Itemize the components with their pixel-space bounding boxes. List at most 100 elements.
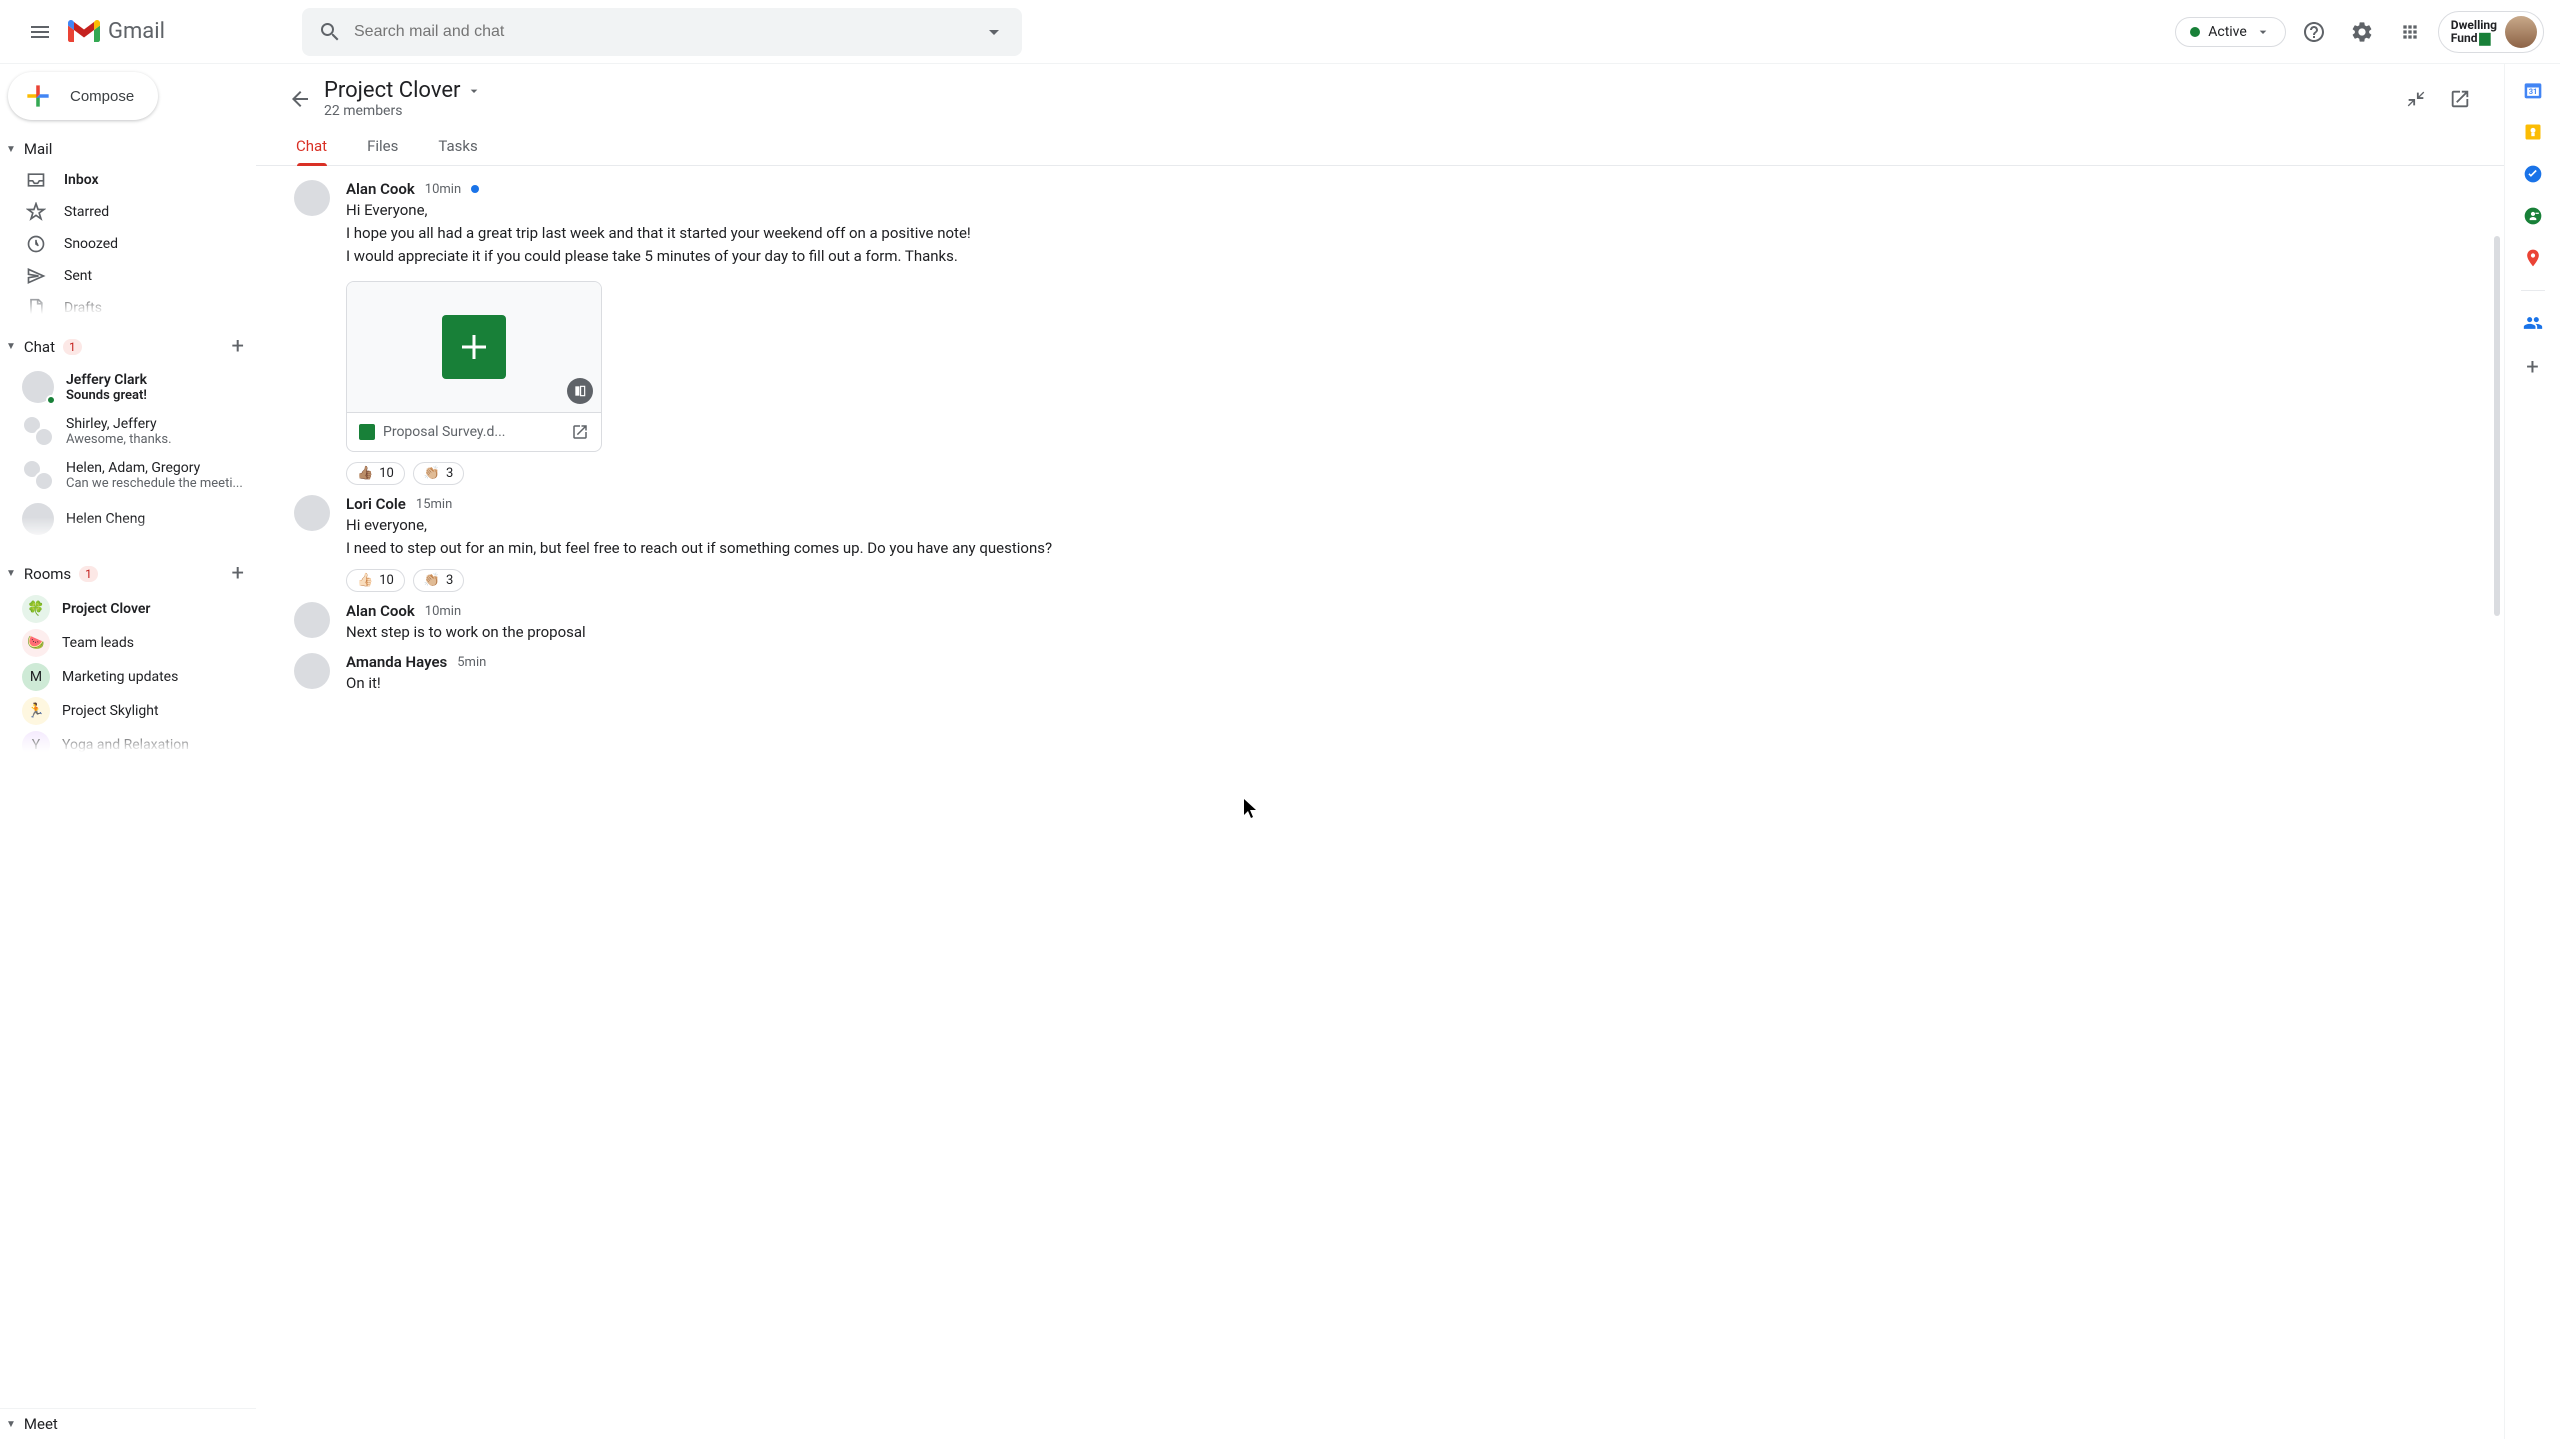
chat-conversation[interactable]: Helen, Adam, GregoryCan we reschedule th… xyxy=(0,453,256,497)
reaction-chip[interactable]: 👍🏻10 xyxy=(346,569,405,592)
svg-text:31: 31 xyxy=(2528,87,2537,96)
rooms-section-title: Rooms xyxy=(24,565,71,583)
room-item[interactable]: 🍀Project Clover xyxy=(0,592,256,626)
account-button[interactable]: Dwelling Fund▆ xyxy=(2438,11,2544,53)
open-new-icon xyxy=(2449,88,2471,110)
gear-icon xyxy=(2350,20,2374,44)
apps-button[interactable] xyxy=(2390,12,2430,52)
rail-addons-button[interactable]: + xyxy=(2526,355,2538,380)
mail-nav-starred[interactable]: Starred xyxy=(0,196,256,228)
message-avatar xyxy=(294,180,330,216)
room-title-button[interactable]: Project Clover xyxy=(324,78,482,103)
message-text: I need to step out for an min, but feel … xyxy=(346,538,2464,559)
caret-down-icon: ▼ xyxy=(6,144,16,155)
reaction-chip[interactable]: 👍🏽10 xyxy=(346,462,405,485)
chat-conversation[interactable]: Helen Cheng xyxy=(0,497,256,541)
presence-status-label: Active xyxy=(2208,24,2247,40)
room-icon: 🏃 xyxy=(22,697,50,725)
nav-label: Sent xyxy=(64,268,92,284)
tasks-app-icon[interactable] xyxy=(2523,164,2543,184)
tab-chat[interactable]: Chat xyxy=(296,137,327,165)
nav-label: Inbox xyxy=(64,172,99,188)
message-time: 10min xyxy=(425,182,461,197)
mail-nav-drafts[interactable]: Drafts xyxy=(0,292,256,314)
sheets-small-icon xyxy=(359,424,375,440)
message-author: Amanda Hayes xyxy=(346,653,447,671)
caret-down-icon: ▼ xyxy=(6,1419,16,1430)
message-author: Alan Cook xyxy=(346,602,415,620)
calendar-app-icon[interactable]: 31 xyxy=(2523,80,2543,100)
room-item[interactable]: M Marketing updates xyxy=(0,660,256,694)
collapse-icon xyxy=(2405,88,2427,110)
chat-preview: Can we reschedule the meeti... xyxy=(66,476,243,491)
room-item[interactable]: 🏃Project Skylight xyxy=(0,694,256,728)
room-members-count: 22 members xyxy=(324,103,482,119)
room-icon: 🍉 xyxy=(22,629,50,657)
chat-title: Helen, Adam, Gregory xyxy=(66,460,243,476)
main-menu-button[interactable] xyxy=(16,8,64,56)
contacts-app-icon[interactable] xyxy=(2523,206,2543,226)
message-text: I would appreciate it if you could pleas… xyxy=(346,246,2464,267)
room-item[interactable]: 🍉 Team leads xyxy=(0,626,256,660)
attachment-card[interactable]: Proposal Survey.d... xyxy=(346,281,602,452)
meet-section-header[interactable]: ▼ Meet xyxy=(0,1408,256,1439)
compose-button[interactable]: Compose xyxy=(8,72,158,120)
apps-grid-icon xyxy=(2400,22,2420,42)
chat-badge: 1 xyxy=(63,339,82,355)
org-name-line2: Fund xyxy=(2451,32,2478,44)
settings-button[interactable] xyxy=(2342,12,2382,52)
avatar-icon xyxy=(22,503,54,535)
popout-button[interactable] xyxy=(2440,79,2480,119)
room-label: Team leads xyxy=(62,635,134,651)
search-icon xyxy=(318,20,342,44)
chat-conversation[interactable]: Shirley, JefferyAwesome, thanks. xyxy=(0,409,256,453)
search-options-icon[interactable] xyxy=(982,20,1006,44)
mail-nav-snoozed[interactable]: Snoozed xyxy=(0,228,256,260)
chevron-down-icon xyxy=(466,83,482,99)
mail-nav-sent[interactable]: Sent xyxy=(0,260,256,292)
maps-app-icon[interactable] xyxy=(2523,248,2543,268)
scrollbar[interactable] xyxy=(2494,236,2500,636)
reaction-emoji: 👍🏽 xyxy=(357,466,373,481)
room-item[interactable]: YYoga and Relaxation xyxy=(0,728,256,752)
search-bar[interactable] xyxy=(302,8,1022,56)
message-text: Next step is to work on the proposal xyxy=(346,622,2464,643)
mail-section-header[interactable]: ▼ Mail xyxy=(0,134,256,164)
chat-add-button[interactable]: + xyxy=(232,334,244,359)
reaction-chip[interactable]: 👏🏼 3 xyxy=(413,462,465,485)
reaction-chip[interactable]: 👏🏼3 xyxy=(413,569,465,592)
room-label: Marketing updates xyxy=(62,669,178,685)
support-button[interactable] xyxy=(2294,12,2334,52)
mail-nav-inbox[interactable]: Inbox xyxy=(0,164,256,196)
sheets-icon xyxy=(442,315,506,379)
back-button[interactable] xyxy=(280,79,320,119)
message-author: Lori Cole xyxy=(346,495,406,513)
reaction-count: 3 xyxy=(446,466,453,481)
open-external-icon[interactable] xyxy=(571,423,589,441)
people-app-icon[interactable] xyxy=(2523,313,2543,333)
tab-files[interactable]: Files xyxy=(367,137,398,165)
keep-app-icon[interactable] xyxy=(2523,122,2543,142)
search-input[interactable] xyxy=(354,23,982,41)
message-text: Hi Everyone, xyxy=(346,200,2464,221)
rooms-section-header[interactable]: ▼ Rooms 1 + xyxy=(0,555,256,592)
chat-section-header[interactable]: ▼ Chat 1 + xyxy=(0,328,256,365)
chat-title: Shirley, Jeffery xyxy=(66,416,172,432)
reaction-emoji: 👍🏻 xyxy=(357,573,373,588)
avatar-icon xyxy=(22,371,54,403)
collapse-button[interactable] xyxy=(2396,79,2436,119)
tab-tasks[interactable]: Tasks xyxy=(438,137,477,165)
message-time: 15min xyxy=(416,497,452,512)
gmail-logo[interactable]: Gmail xyxy=(64,19,302,44)
unread-indicator-icon xyxy=(471,185,479,193)
reaction-emoji: 👏🏼 xyxy=(424,466,440,481)
message-avatar xyxy=(294,602,330,638)
message-avatar xyxy=(294,495,330,531)
message-avatar xyxy=(294,653,330,689)
room-icon: 🍀 xyxy=(22,595,50,623)
chat-conversation[interactable]: Jeffery ClarkSounds great! xyxy=(0,365,256,409)
presence-status-button[interactable]: Active xyxy=(2175,17,2286,47)
chevron-down-icon xyxy=(2255,24,2271,40)
rooms-add-button[interactable]: + xyxy=(232,561,244,586)
room-icon: M xyxy=(22,663,50,691)
